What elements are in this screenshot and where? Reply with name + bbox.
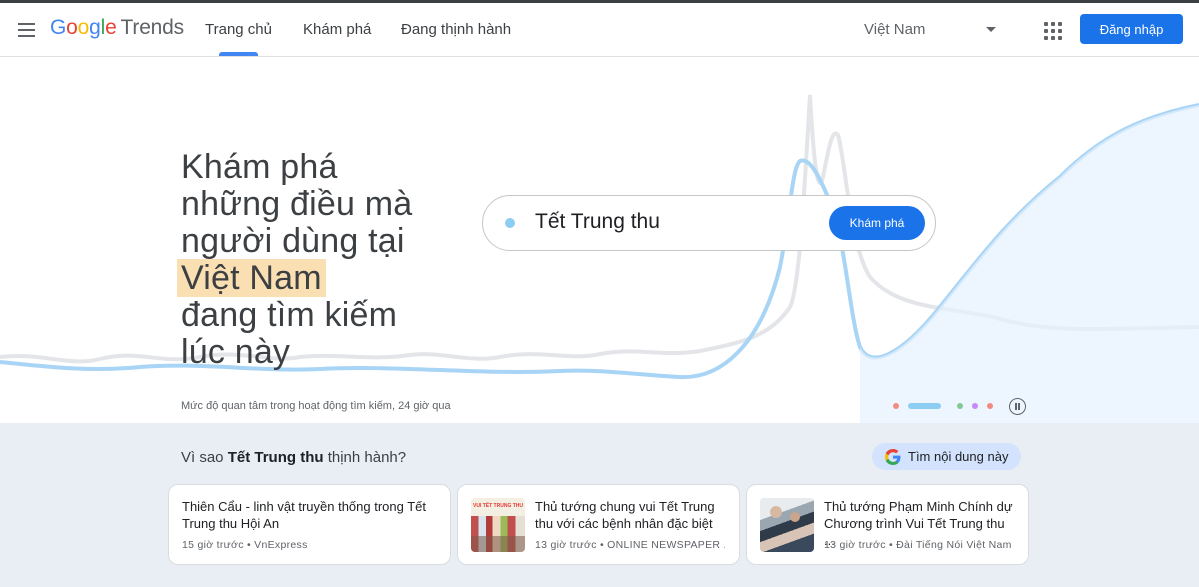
carousel-dot[interactable] (972, 403, 978, 409)
why-trending-heading: Vì sao Tết Trung thu thịnh hành? (181, 449, 406, 466)
news-meta: 15 giờ trước • VnExpress (182, 539, 437, 551)
meta-separator: • (599, 539, 604, 551)
why-term: Tết Trung thu (227, 449, 324, 466)
nav-explore[interactable]: Khám phá (303, 3, 371, 56)
why-prefix: Vì sao (181, 449, 224, 466)
trending-search-box[interactable]: Tết Trung thu Khám phá (482, 195, 936, 251)
news-source: ONLINE NEWSPAPER ... (607, 539, 725, 551)
meta-separator: • (246, 539, 251, 551)
headline-line: người dùng tại (181, 222, 405, 260)
news-title: Thủ tướng chung vui Tết Trung thu với cá… (535, 499, 715, 531)
carousel-dot-active[interactable] (908, 403, 941, 409)
region-select-value: Việt Nam (864, 21, 926, 38)
thumbnail-caption: VUI TẾT TRUNG THU (473, 503, 523, 509)
headline-line: Khám phá (181, 148, 338, 186)
why-suffix: thịnh hành? (327, 449, 407, 466)
logo-product-name: Trends (120, 16, 185, 39)
headline-line: những điều mà (181, 185, 413, 223)
app-header: Google Trends Trang chủ Khám phá Đang thị… (0, 3, 1199, 57)
nav-home-label: Trang chủ (205, 21, 272, 38)
term-color-dot (505, 218, 515, 228)
google-g-icon (885, 448, 901, 465)
pause-icon[interactable] (1009, 398, 1026, 415)
news-thumbnail: VUI TẾT TRUNG THU (471, 498, 525, 552)
nav-trending[interactable]: Đang thịnh hành (401, 3, 511, 56)
region-select[interactable]: Việt Nam (864, 21, 1004, 38)
headline-line: lúc này (181, 333, 291, 371)
meta-separator: • (888, 539, 893, 551)
nav-explore-label: Khám phá (303, 21, 372, 38)
headline-line: đang tìm kiếm (181, 296, 398, 334)
apps-grid-icon[interactable] (1044, 22, 1062, 40)
find-content-button[interactable]: Tìm nội dung này (872, 443, 1021, 470)
find-content-label: Tìm nội dung này (908, 449, 1009, 464)
nav-home[interactable]: Trang chủ (205, 3, 272, 56)
headline-highlight: Việt Nam (177, 259, 326, 297)
news-meta: 13 giờ trước • Đài Tiếng Nói Việt Nam (824, 539, 1019, 551)
news-source: VnExpress (254, 539, 308, 551)
why-trending-section: Vì sao Tết Trung thu thịnh hành? Tìm nội… (0, 423, 1199, 587)
news-time: 13 giờ trước (824, 539, 886, 551)
news-thumbnail (760, 498, 814, 552)
news-card[interactable]: VUI TẾT TRUNG THU Thủ tướng chung vui Tế… (457, 484, 740, 565)
news-card[interactable]: Thủ tướng Phạm Minh Chính dự Chương trìn… (746, 484, 1029, 565)
news-source: Đài Tiếng Nói Việt Nam (896, 539, 1012, 551)
search-term: Tết Trung thu (535, 210, 660, 233)
interest-caption: Mức độ quan tâm trong hoạt động tìm kiếm… (181, 400, 451, 412)
hero-section: Khám phá những điều mà người dùng tại Vi… (0, 57, 1199, 423)
news-meta: 13 giờ trước • ONLINE NEWSPAPER ... (535, 539, 725, 551)
carousel-dot[interactable] (957, 403, 963, 409)
logo-google-wordmark: Google (50, 16, 117, 39)
news-card[interactable]: Thiên Cẩu - linh vật truyền thống trong … (168, 484, 451, 565)
hamburger-menu-icon[interactable] (14, 17, 40, 43)
news-time: 13 giờ trước (535, 539, 597, 551)
google-trends-logo[interactable]: Google Trends (50, 16, 184, 40)
carousel-dot[interactable] (893, 403, 899, 409)
signin-button[interactable]: Đăng nhập (1080, 14, 1183, 44)
news-title: Thiên Cẩu - linh vật truyền thống trong … (182, 499, 427, 531)
explore-button[interactable]: Khám phá (829, 206, 925, 240)
carousel-dot[interactable] (987, 403, 993, 409)
nav-trending-label: Đang thịnh hành (401, 21, 512, 38)
hero-headline: Khám phá những điều mà người dùng tại Vi… (177, 148, 413, 371)
news-time: 15 giờ trước (182, 539, 244, 551)
chevron-down-icon (986, 27, 996, 32)
